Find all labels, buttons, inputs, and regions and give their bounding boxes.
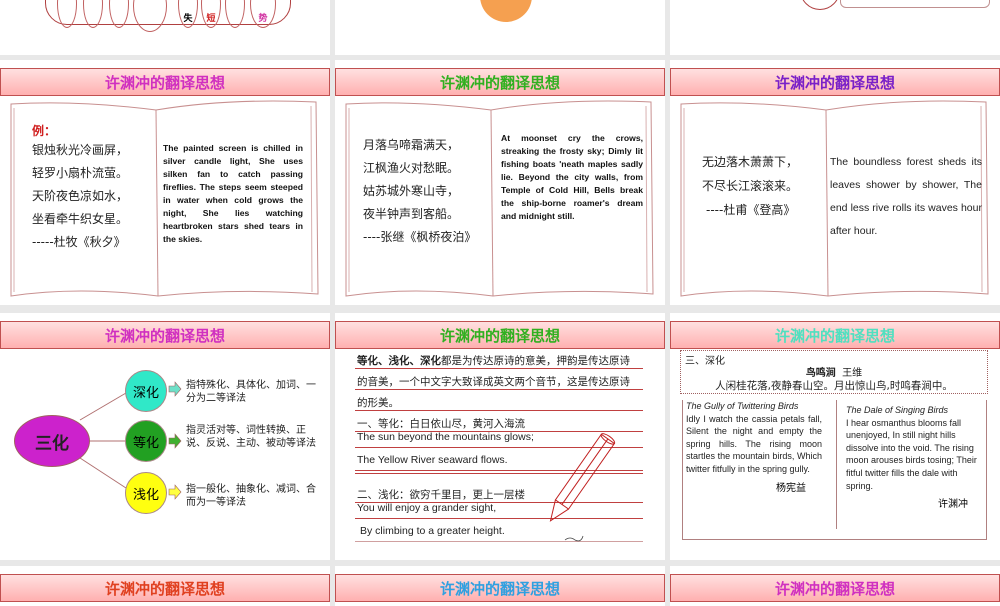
intro-line: 的形美。 (355, 395, 643, 411)
sanhua-ellipse: 三化 (14, 415, 90, 467)
slide-thumbnail[interactable]: 许渊冲的翻译思想 无边落木萧萧下， 不尽长江滚滚来。 ----杜甫《登高》 Th… (670, 60, 1000, 305)
english-translation: The boundless forest sheds its leaves sh… (830, 156, 982, 237)
translation-text: I hear osmanthus blooms fall unenjoyed, … (846, 417, 977, 491)
column-divider (836, 400, 837, 529)
poem-line: 银烛秋光冷画屏， (32, 143, 129, 157)
section-heading: 一、等化：白日依山尽，黄河入海流 (355, 416, 643, 432)
slide-thumbnail[interactable] (670, 0, 1000, 55)
slide-thumbnail[interactable]: 许渊冲的翻译思想 三、深化 鸟鸣涧 王维 人闲桂花落,夜静春山空。月出惊山鸟,时… (670, 313, 1000, 560)
shenhua-description: 指特殊化、具体化、加词、一分为二等译法 (186, 380, 316, 404)
poem-line: 坐看牵牛织女星。 (32, 212, 129, 226)
slide-title: 许渊冲的翻译思想 (0, 574, 330, 602)
translation-text: Idly I watch the cassia petals fall, Sil… (686, 413, 822, 474)
intro-bold: 等化、浅化、深化 (357, 355, 441, 367)
slide-thumbnail[interactable]: 许渊冲的翻译思想 月落乌啼霜满天， 江枫渔火对愁眠。 姑苏城外寒山寺， 夜半钟声… (335, 60, 665, 305)
slide-title: 许渊冲的翻译思想 (0, 68, 330, 96)
slide-title: 许渊冲的翻译思想 (670, 574, 1000, 602)
slide-title: 许渊冲的翻译思想 (335, 321, 665, 349)
open-book: 例： 银烛秋光冷画屏， 轻罗小扇朴流萤。 天阶夜色凉如水， 坐看牵牛织女星。 -… (8, 100, 322, 300)
poem-line: 无边落木萧萧下， (702, 155, 799, 169)
shenhua-circle: 深化 (125, 370, 167, 412)
qianhua-circle: 浅化 (125, 472, 167, 514)
open-book: 无边落木萧萧下， 不尽长江滚滚来。 ----杜甫《登高》 The boundle… (678, 100, 992, 300)
intro-line: 等化、浅化、深化都是为传达原诗的意美，押韵是传达原诗 (355, 353, 643, 369)
orange-circle (480, 0, 532, 22)
oval-text: 失 (183, 14, 193, 24)
english-translation: The painted screen is chilled in silver … (163, 143, 303, 244)
poem-line: 轻罗小扇朴流萤。 (32, 166, 129, 180)
circle-shape (800, 0, 840, 10)
poem-attribution: -----杜牧《秋夕》 (32, 235, 126, 249)
denghua-circle: 等化 (125, 420, 167, 462)
slide-thumbnail[interactable] (335, 0, 665, 55)
slide-thumbnail[interactable]: 许渊冲的翻译思想 例： 银烛秋光冷画屏， 轻罗小扇朴流萤。 天阶夜色凉如水， 坐… (0, 60, 330, 305)
slide-title: 许渊冲的翻译思想 (670, 68, 1000, 96)
intro-line: 的音美，一个中文字大致译成英文两个音节，这是传达原诗 (355, 374, 643, 390)
slide-title: 许渊冲的翻译思想 (670, 321, 1000, 349)
slide-title: 许渊冲的翻译思想 (335, 68, 665, 96)
poem-line: 不尽长江滚滚来。 (702, 179, 799, 193)
poem-line: 姑苏城外寒山寺， (363, 184, 460, 198)
translation-title: The Gully of Twittering Birds (686, 401, 799, 411)
translation-title: The Dale of Singing Birds (846, 405, 949, 415)
slide-thumbnail[interactable]: 许渊冲的翻译思想 (0, 566, 330, 606)
poem-text: 人闲桂花落,夜静春山空。月出惊山鸟,时鸣春涧中。 (715, 380, 953, 392)
pencil-icon (549, 433, 616, 542)
open-book: 月落乌啼霜满天， 江枫渔火对愁眠。 姑苏城外寒山寺， 夜半钟声到客船。 ----… (343, 100, 657, 300)
poem-attribution: ----张继《枫桥夜泊》 (363, 230, 477, 244)
poem-heading: 鸟鸣涧 王维 (681, 364, 987, 379)
oval-text: 短 (206, 14, 216, 24)
slide-thumbnail[interactable]: 失 短 势 (0, 0, 330, 55)
poem-attribution: ----杜甫《登高》 (706, 203, 796, 217)
slide-thumbnail[interactable]: 许渊冲的翻译思想 (335, 566, 665, 606)
intro-text: 都是为传达原诗的意美，押韵是传达原诗 (441, 355, 630, 367)
translator-name: 许渊冲 (938, 499, 968, 511)
poem-line: 夜半钟声到客船。 (363, 207, 460, 221)
qianhua-description: 指一般化、抽象化、减词、合而为一等译法 (186, 484, 316, 508)
poem-line: 月落乌啼霜满天， (363, 138, 460, 152)
translator-name: 杨宪益 (776, 482, 806, 494)
poem-line: 江枫渔火对愁眠。 (363, 161, 460, 175)
denghua-description: 指灵活对等、词性转换、正说、反说、主动、被动等译法 (186, 425, 316, 449)
rounded-box (840, 0, 990, 8)
slide-thumbnail[interactable]: 许渊冲的翻译思想 (670, 566, 1000, 606)
slide-thumbnail[interactable]: 许渊冲的翻译思想 等化、浅化、深化都是为传达原诗的意美，押韵是传达原诗 的音美，… (335, 313, 665, 560)
oval-shape (133, 0, 167, 32)
slide-title: 许渊冲的翻译思想 (335, 574, 665, 602)
poem-box: 三、深化 鸟鸣涧 王维 人闲桂花落,夜静春山空。月出惊山鸟,时鸣春涧中。 (680, 350, 988, 394)
slide-thumbnail[interactable]: 许渊冲的翻译思想 三化 深化 等化 浅化 指特殊化、具体化、加词、一分为二等译法… (0, 313, 330, 560)
translation-left: The Gully of Twittering Birds Idly I wat… (686, 400, 836, 494)
oval-text: 势 (258, 14, 268, 24)
example-label: 例： (32, 124, 57, 138)
poem-line: 天阶夜色凉如水， (32, 189, 129, 203)
english-translation: At moonset cry the crows, streaking the … (501, 133, 643, 221)
translation-right: The Dale of Singing Birds I hear osmanth… (846, 404, 986, 510)
translation-box: The Gully of Twittering Birds Idly I wat… (682, 400, 987, 540)
